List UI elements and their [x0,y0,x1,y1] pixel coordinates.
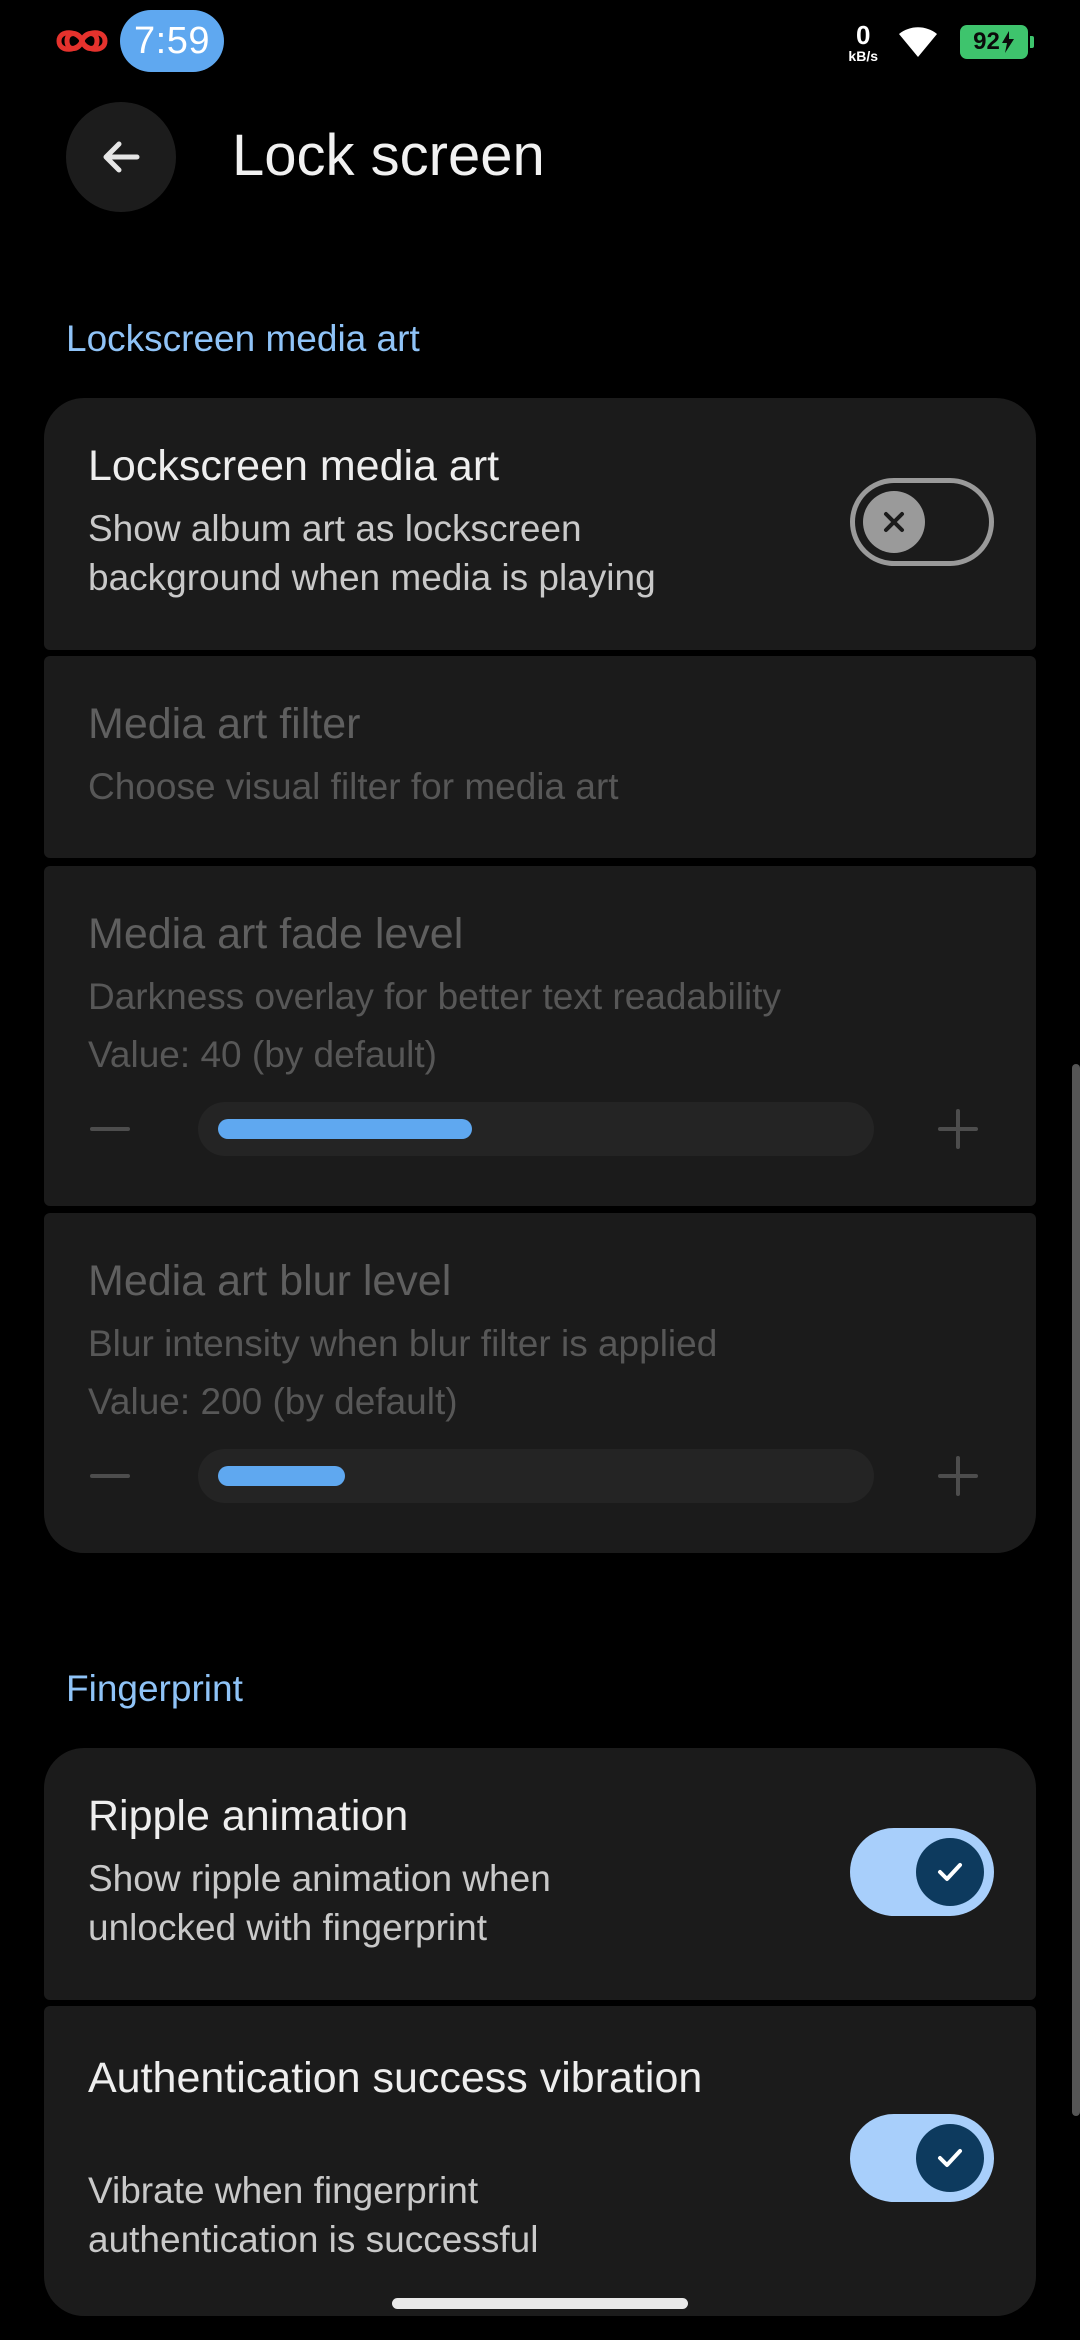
section-header-media-art: Lockscreen media art [66,318,420,359]
setting-title: Lockscreen media art [88,442,500,490]
plus-icon[interactable] [936,1107,980,1151]
setting-title: Ripple animation [88,1792,409,1840]
network-speed-unit: kB/s [848,47,878,64]
setting-description: Choose visual filter for media art [88,766,619,807]
setting-description: Vibrate when fingerprint authentication … [88,2170,539,2260]
check-icon [938,2149,962,2167]
arrow-back-icon [103,141,140,173]
setting-description: Darkness overlay for better text readabi… [88,976,782,1017]
setting-description: Blur intensity when blur filter is appli… [88,1323,718,1364]
network-speed-value: 0 [855,19,871,50]
setting-description: Show ripple animation when unlocked with… [88,1858,551,1948]
setting-value: Value: 40 (by default) [88,1034,437,1075]
ripple-animation-toggle[interactable] [850,1828,994,1916]
minus-icon[interactable] [88,1107,132,1151]
battery-charging-icon: 92 [960,25,1034,59]
gesture-nav-handle[interactable] [392,2298,688,2309]
status-bar: 7:59 0 kB/s 92 [0,0,1080,86]
setting-title: Authentication success vibration [88,2054,703,2102]
toggle-knob [916,1838,984,1906]
network-speed: 0 kB/s [848,22,878,63]
setting-media-art-filter[interactable]: Media art filter Choose visual filter fo… [44,656,1036,858]
scrollbar[interactable] [1072,1064,1080,2116]
setting-title: Media art blur level [88,1257,452,1305]
vibration-toggle[interactable] [850,2114,994,2202]
wifi-icon [899,27,937,57]
section-header-fingerprint: Fingerprint [66,1668,243,1709]
status-bar-right: 0 kB/s 92 [848,18,1034,66]
setting-lockscreen-media-art[interactable]: Lockscreen media art Show album art as l… [44,398,1036,650]
setting-title: Media art fade level [88,910,464,958]
setting-value: Value: 200 (by default) [88,1381,458,1422]
infinity-icon [56,30,108,52]
fade-level-slider[interactable] [198,1102,874,1156]
slider-fill [218,1119,472,1139]
setting-media-art-fade-level: Media art fade level Darkness overlay fo… [44,866,1036,1206]
page-title: Lock screen [232,123,545,188]
slider-fill [218,1466,345,1486]
lock-screen-settings-page: 7:59 0 kB/s 92 Lock screen Lockscreen me… [0,0,1080,2340]
status-bar-left: 7:59 [52,10,224,72]
setting-authentication-success-vibration[interactable]: Authentication success vibration Vibrate… [44,2006,1036,2316]
close-icon [884,512,904,532]
charging-bolt-icon [1001,31,1014,53]
check-icon [938,1863,962,1881]
back-button[interactable] [66,102,176,212]
setting-title: Media art filter [88,700,361,748]
media-art-toggle[interactable] [850,478,994,566]
toggle-knob [863,491,925,553]
blur-level-slider[interactable] [198,1449,874,1503]
plus-icon[interactable] [936,1454,980,1498]
setting-description: Show album art as lockscreen background … [88,508,656,598]
minus-icon[interactable] [88,1454,132,1498]
toggle-knob [916,2124,984,2192]
status-time: 7:59 [120,10,224,72]
setting-media-art-blur-level: Media art blur level Blur intensity when… [44,1213,1036,1553]
setting-ripple-animation[interactable]: Ripple animation Show ripple animation w… [44,1748,1036,2000]
battery-level: 92 [973,28,1000,55]
